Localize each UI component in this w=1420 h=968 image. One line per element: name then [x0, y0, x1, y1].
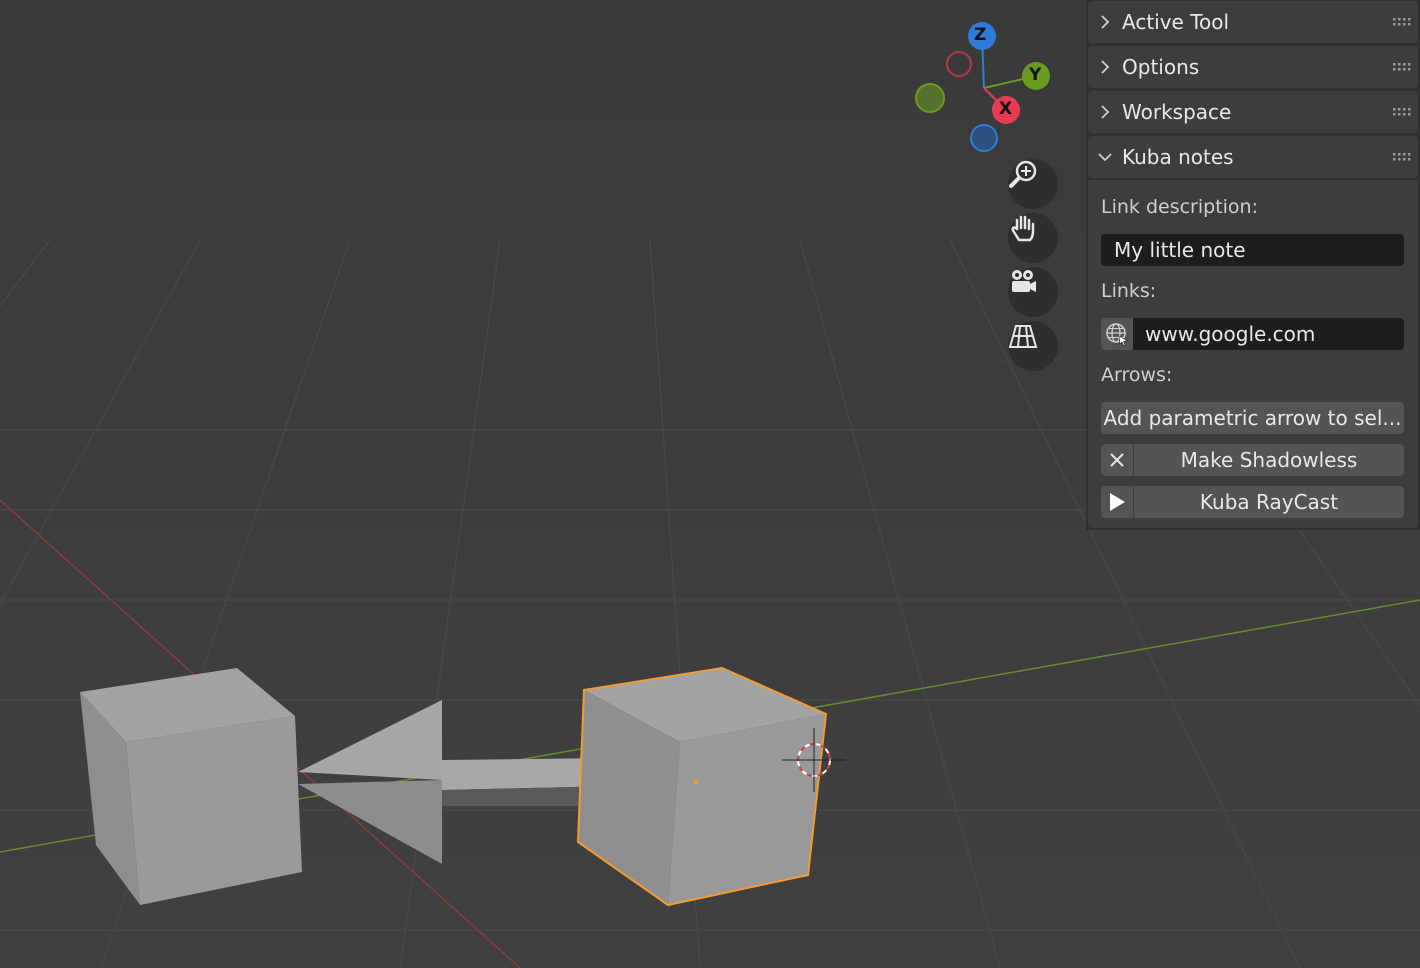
link-value: www.google.com [1145, 322, 1316, 346]
panel-title: Workspace [1122, 100, 1232, 124]
panel-title: Active Tool [1122, 10, 1230, 34]
panel-title: Kuba notes [1122, 145, 1234, 169]
arrows-label: Arrows: [1101, 364, 1173, 386]
perspective-toggle-button[interactable] [1008, 321, 1058, 371]
gizmo-z-label: Z [974, 25, 987, 45]
panel-kuba-notes[interactable]: Kuba notes [1088, 136, 1418, 178]
neg-z-axis-handle [970, 124, 998, 152]
gizmo-y-label: Y [1029, 65, 1042, 85]
camera-icon [1012, 270, 1036, 292]
links-label: Links: [1101, 280, 1157, 302]
make-shadowless-label: Make Shadowless [1180, 448, 1358, 472]
link-description-label: Link description: [1101, 196, 1258, 218]
panel-active-tool[interactable]: Active Tool [1088, 1, 1418, 43]
make-shadowless-button[interactable]: Make Shadowless [1101, 444, 1404, 476]
kuba-raycast-button[interactable]: Kuba RayCast [1101, 486, 1404, 518]
add-parametric-arrow-button[interactable]: Add parametric arrow to sel... [1101, 402, 1404, 434]
zoom-icon [1009, 160, 1037, 188]
globe-link-icon[interactable] [1101, 318, 1133, 350]
link-field[interactable]: www.google.com [1101, 318, 1404, 350]
link-description-value: My little note [1114, 238, 1246, 262]
add-arrow-button-label: Add parametric arrow to sel... [1103, 406, 1402, 430]
link-description-field[interactable]: My little note [1101, 234, 1404, 266]
pan-button[interactable] [1008, 213, 1058, 263]
close-x-icon [1101, 444, 1134, 476]
zoom-button[interactable] [1008, 159, 1058, 209]
neg-y-axis-handle [915, 83, 945, 113]
drag-grip-icon[interactable] [1388, 152, 1418, 162]
drag-grip-icon[interactable] [1388, 107, 1418, 117]
perspective-grid-icon [1008, 325, 1038, 348]
drag-grip-icon[interactable] [1388, 62, 1418, 72]
gizmo-x-label: X [999, 99, 1013, 119]
drag-grip-icon[interactable] [1388, 17, 1418, 27]
panel-title: Options [1122, 55, 1200, 79]
chevron-right-icon [1088, 104, 1122, 120]
panel-options[interactable]: Options [1088, 46, 1418, 88]
hand-pan-icon [1011, 215, 1035, 242]
chevron-down-icon [1088, 151, 1122, 163]
chevron-right-icon [1088, 59, 1122, 75]
play-icon [1101, 486, 1134, 518]
chevron-right-icon [1088, 14, 1122, 30]
panel-workspace[interactable]: Workspace [1088, 91, 1418, 133]
camera-view-button[interactable] [1008, 267, 1058, 317]
kuba-raycast-label: Kuba RayCast [1199, 490, 1339, 514]
